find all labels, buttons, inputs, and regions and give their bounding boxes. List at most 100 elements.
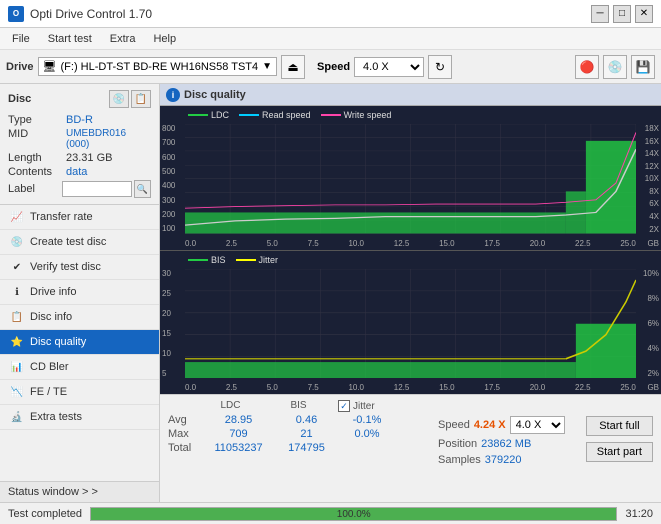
- disc-icon-1[interactable]: 💿: [109, 90, 129, 108]
- progress-bar-container: 100.0%: [90, 507, 617, 521]
- disc-icon-2[interactable]: 📋: [131, 90, 151, 108]
- disc-type-value: BD-R: [66, 114, 93, 126]
- status-time: 31:20: [625, 508, 653, 520]
- y-bot-5: 5: [162, 369, 171, 378]
- disc-label-row: Label 🔍: [8, 180, 151, 198]
- nav-transfer-rate[interactable]: 📈 Transfer rate: [0, 205, 159, 230]
- speed-select-bottom[interactable]: 4.0 X: [510, 416, 565, 434]
- nav-extra-tests-label: Extra tests: [30, 411, 82, 423]
- nav-verify-test-disc-label: Verify test disc: [30, 261, 101, 273]
- x-top-10: 10.0: [348, 239, 364, 248]
- ldc-header: LDC: [198, 400, 263, 412]
- nav-verify-test-disc[interactable]: ✔ Verify test disc: [0, 255, 159, 280]
- x-top-0: 0.0: [185, 239, 196, 248]
- nav-disc-quality-label: Disc quality: [30, 336, 86, 348]
- disc-quality-icon: ⭐: [10, 335, 24, 349]
- nav-cd-bler[interactable]: 📊 CD Bler: [0, 355, 159, 380]
- speed-selector[interactable]: 4.0 X 2.0 X 8.0 X: [354, 57, 424, 77]
- drive-dropdown-icon[interactable]: ▼: [262, 61, 272, 72]
- nav-fe-te-label: FE / TE: [30, 386, 67, 398]
- maximize-button[interactable]: □: [613, 5, 631, 23]
- y-right-bot-6: 6%: [643, 319, 659, 328]
- y-top-400: 400: [162, 181, 175, 190]
- speed-display-label: Speed: [438, 419, 470, 431]
- y-right-16x: 16X: [645, 137, 659, 146]
- drive-value: (F:) HL-DT-ST BD-RE WH16NS58 TST4: [61, 61, 259, 73]
- close-button[interactable]: ✕: [635, 5, 653, 23]
- disc-label-input[interactable]: [62, 181, 132, 197]
- disc-length-value: 23.31 GB: [66, 152, 112, 164]
- top-chart: LDC Read speed Write speed 800: [160, 106, 661, 251]
- nav-cd-bler-label: CD Bler: [30, 361, 69, 373]
- position-value: 23862 MB: [481, 438, 531, 450]
- refresh-button[interactable]: ↻: [428, 55, 452, 79]
- nav-fe-te[interactable]: 📉 FE / TE: [0, 380, 159, 405]
- nav-disc-quality[interactable]: ⭐ Disc quality: [0, 330, 159, 355]
- minimize-button[interactable]: ─: [591, 5, 609, 23]
- nav-create-test-disc[interactable]: 💿 Create test disc: [0, 230, 159, 255]
- samples-value: 379220: [485, 454, 522, 466]
- nav-drive-info[interactable]: ℹ Drive info: [0, 280, 159, 305]
- y-top-600: 600: [162, 153, 175, 162]
- y-right-12x: 12X: [645, 162, 659, 171]
- toolbar-btn-save[interactable]: 💾: [631, 55, 655, 79]
- bottom-chart-svg: [185, 269, 636, 379]
- quality-title: Disc quality: [184, 89, 246, 101]
- charts-container: LDC Read speed Write speed 800: [160, 106, 661, 394]
- fe-te-icon: 📉: [10, 385, 24, 399]
- bottom-chart: BIS Jitter 30 25 20 15 10: [160, 251, 661, 395]
- drive-label: Drive: [6, 61, 34, 73]
- y-top-200: 200: [162, 210, 175, 219]
- title-bar: O Opti Drive Control 1.70 ─ □ ✕: [0, 0, 661, 28]
- nav-disc-info[interactable]: 📋 Disc info: [0, 305, 159, 330]
- cd-bler-icon: 📊: [10, 360, 24, 374]
- transfer-rate-icon: 📈: [10, 210, 24, 224]
- jitter-checkbox[interactable]: ✓: [338, 400, 350, 412]
- y-bot-20: 20: [162, 309, 171, 318]
- disc-label-button[interactable]: 🔍: [134, 180, 151, 198]
- disc-info-icon: 📋: [10, 310, 24, 324]
- y-right-14x: 14X: [645, 149, 659, 158]
- speed-display-value: 4.24 X: [474, 419, 506, 431]
- menu-start-test[interactable]: Start test: [40, 31, 100, 47]
- verify-test-disc-icon: ✔: [10, 260, 24, 274]
- y-right-6x: 6X: [645, 199, 659, 208]
- jitter-legend: Jitter: [259, 255, 279, 265]
- bis-header: BIS: [271, 400, 326, 412]
- status-window-button[interactable]: Status window > >: [0, 481, 159, 502]
- create-test-disc-icon: 💿: [10, 235, 24, 249]
- toolbar-btn-2[interactable]: 💿: [603, 55, 627, 79]
- disc-section-title: Disc: [8, 93, 31, 105]
- y-top-500: 500: [162, 167, 175, 176]
- disc-contents-row: Contents data: [8, 166, 151, 178]
- y-right-10x: 10X: [645, 174, 659, 183]
- avg-jitter: -0.1%: [342, 414, 392, 426]
- bis-legend: BIS: [211, 255, 226, 265]
- y-top-100: 100: [162, 224, 175, 233]
- eject-button[interactable]: ⏏: [281, 55, 305, 79]
- status-bar: Test completed 100.0% 31:20: [0, 502, 661, 524]
- y-bot-10: 10: [162, 349, 171, 358]
- drive-selector[interactable]: 🖥 (F:) HL-DT-ST BD-RE WH16NS58 TST4 ▼: [38, 57, 278, 76]
- y-top-800: 800: [162, 124, 175, 133]
- x-top-20: 20.0: [530, 239, 546, 248]
- speed-label: Speed: [317, 61, 350, 73]
- x-top-15: 15.0: [439, 239, 455, 248]
- max-bis: 21: [279, 428, 334, 440]
- nav-extra-tests[interactable]: 🔬 Extra tests: [0, 405, 159, 430]
- x-top-7-5: 7.5: [308, 239, 319, 248]
- content-area: i Disc quality LDC Read speed: [160, 84, 661, 502]
- max-jitter: 0.0%: [342, 428, 392, 440]
- menu-file[interactable]: File: [4, 31, 38, 47]
- total-label: Total: [168, 442, 198, 454]
- start-part-button[interactable]: Start part: [586, 442, 653, 462]
- x-top-22-5: 22.5: [575, 239, 591, 248]
- x-top-25: 25.0: [620, 239, 636, 248]
- menu-extra[interactable]: Extra: [102, 31, 144, 47]
- total-ldc: 11053237: [206, 442, 271, 454]
- toolbar-btn-1[interactable]: 🔴: [575, 55, 599, 79]
- y-bot-30: 30: [162, 269, 171, 278]
- nav-create-test-disc-label: Create test disc: [30, 236, 106, 248]
- menu-help[interactable]: Help: [145, 31, 184, 47]
- start-full-button[interactable]: Start full: [586, 416, 653, 436]
